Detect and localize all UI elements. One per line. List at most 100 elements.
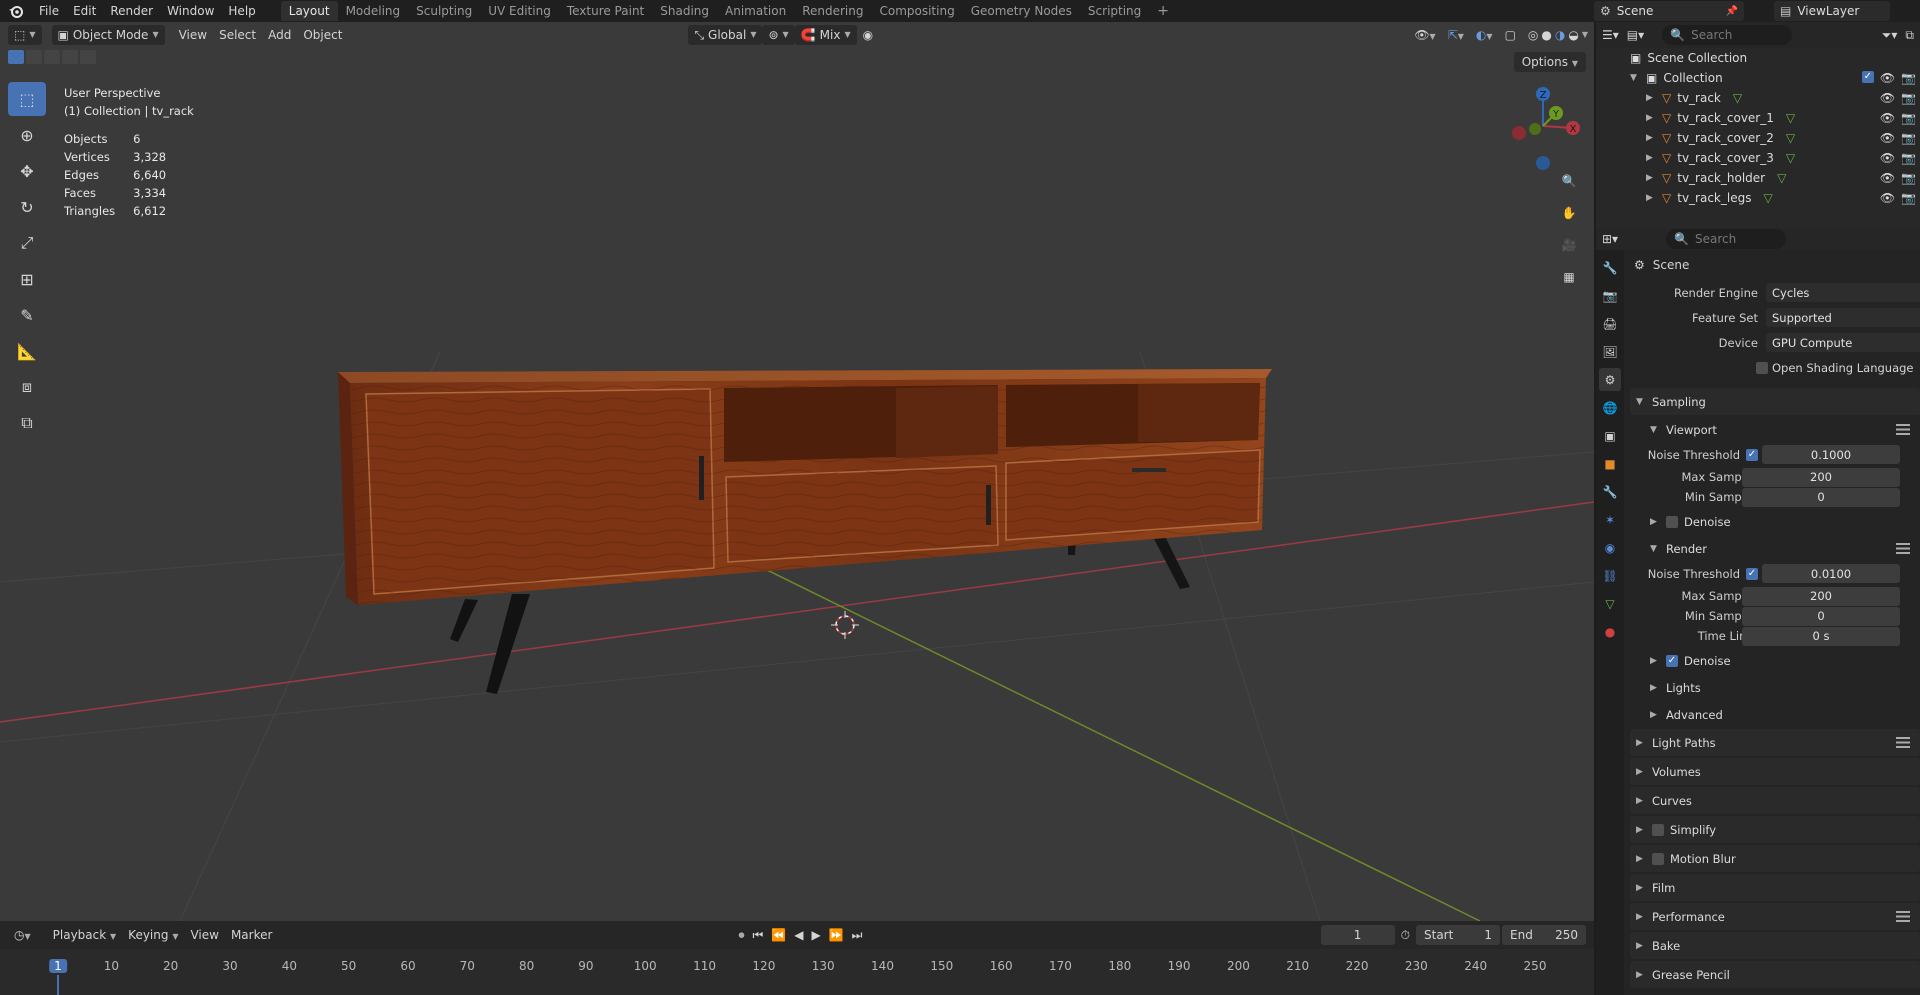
- transform-tool[interactable]: ⊞: [8, 262, 46, 296]
- noise-threshold-field[interactable]: 0.1000: [1762, 445, 1900, 464]
- chevron-right-icon[interactable]: ▶: [1646, 93, 1656, 103]
- chevron-right-icon[interactable]: ▶: [1646, 173, 1656, 183]
- next-keyframe-icon[interactable]: ⏩: [829, 928, 844, 942]
- render-denoise-header[interactable]: ▶ Denoise: [1630, 648, 1920, 673]
- eye-icon[interactable]: 👁: [1880, 131, 1895, 145]
- add-cube-alt-tool[interactable]: ⧉: [8, 406, 46, 440]
- current-frame-field[interactable]: 1: [1320, 925, 1395, 945]
- editor-type-dropdown[interactable]: ◷▼: [8, 925, 37, 945]
- eye-icon[interactable]: 👁: [1880, 91, 1895, 105]
- feature-set-dropdown[interactable]: Supported: [1766, 308, 1920, 327]
- tab-world[interactable]: 🌐: [1599, 396, 1621, 419]
- panel-motion-blur-header[interactable]: ▶ Motion Blur: [1630, 845, 1920, 872]
- select-new-icon[interactable]: [8, 50, 24, 64]
- camera-icon[interactable]: 📷: [1901, 71, 1916, 85]
- select-extend-icon[interactable]: [26, 50, 42, 64]
- add-workspace-button[interactable]: +: [1149, 1, 1177, 21]
- tab-object[interactable]: ■: [1599, 452, 1621, 475]
- outliner-object-row[interactable]: ▶ ▽ tv_rack_cover_3 ▽ 👁 📷: [1596, 148, 1920, 168]
- outliner-object-row[interactable]: ▶ ▽ tv_rack_cover_2 ▽ 👁 📷: [1596, 128, 1920, 148]
- include-checkbox[interactable]: [1861, 71, 1874, 83]
- material-shading-icon[interactable]: ◑: [1555, 25, 1565, 45]
- tab-modifiers[interactable]: 🔧: [1599, 480, 1621, 503]
- tab-physics[interactable]: ◉: [1599, 536, 1621, 559]
- list-icon[interactable]: [1896, 424, 1910, 435]
- panel-simplify-header[interactable]: ▶ Simplify: [1630, 816, 1920, 843]
- tab-material[interactable]: ●: [1599, 620, 1621, 643]
- collection-row[interactable]: ▼ ▣ Collection 👁📷: [1596, 68, 1920, 88]
- outliner-object-row[interactable]: ▶ ▽ tv_rack_cover_1 ▽ 👁 📷: [1596, 108, 1920, 128]
- cursor-tool[interactable]: ⊕: [8, 118, 46, 152]
- menu-file[interactable]: File: [32, 0, 66, 22]
- new-collection-icon[interactable]: ⧉: [1905, 28, 1914, 43]
- panel-enable-checkbox[interactable]: [1652, 823, 1664, 836]
- noise-threshold-checkbox[interactable]: [1746, 448, 1758, 461]
- wireframe-shading-icon[interactable]: ◎: [1528, 25, 1538, 45]
- menu-edit[interactable]: Edit: [66, 0, 103, 22]
- shading-mode-buttons[interactable]: ◎ ● ◑ ◒ ▼: [1522, 25, 1594, 45]
- outliner-object-row[interactable]: ▶ ▽ tv_rack ▽ 👁 📷: [1596, 88, 1920, 108]
- properties-search-input[interactable]: 🔍 Search: [1666, 229, 1787, 249]
- display-mode-icon[interactable]: ▤▾: [1627, 28, 1644, 42]
- tab-data[interactable]: ▽: [1599, 592, 1621, 615]
- camera-view-toggle[interactable]: 🎥: [1556, 232, 1582, 258]
- transform-orientation-dropdown[interactable]: ⤡ Global ▼: [688, 25, 763, 45]
- options-dropdown[interactable]: Options ▼: [1513, 52, 1586, 72]
- chevron-right-icon[interactable]: ▶: [1646, 113, 1656, 123]
- gizmo-toggle[interactable]: ⇱▼: [1442, 25, 1470, 45]
- visibility-dropdown[interactable]: 👁▼: [1408, 25, 1441, 45]
- menu-object[interactable]: Object: [297, 25, 348, 45]
- panel-enable-checkbox[interactable]: [1652, 852, 1664, 865]
- menu-add[interactable]: Add: [262, 25, 297, 45]
- min-samples-field[interactable]: 0: [1742, 487, 1900, 507]
- jump-end-icon[interactable]: ⏭: [852, 928, 863, 943]
- view-layer-selector[interactable]: ▤ ViewLayer: [1774, 1, 1890, 21]
- scene-selector[interactable]: ⚙ Scene 📌: [1594, 1, 1744, 21]
- camera-icon[interactable]: 📷: [1901, 131, 1916, 145]
- min-samples-field[interactable]: 0: [1742, 606, 1900, 626]
- scale-tool[interactable]: ⤢: [8, 226, 46, 260]
- max-samples-field[interactable]: 200: [1742, 467, 1900, 487]
- add-cube-tool[interactable]: ⧈: [8, 370, 46, 404]
- tab-view-layer[interactable]: 🖼: [1599, 340, 1621, 363]
- pivot-dropdown[interactable]: ⊚ ▼: [762, 25, 795, 45]
- device-dropdown[interactable]: GPU Compute: [1766, 333, 1920, 352]
- denoise-checkbox[interactable]: [1666, 654, 1678, 667]
- tab-uv-editing[interactable]: UV Editing: [480, 1, 559, 21]
- select-subtract-icon[interactable]: [44, 50, 60, 64]
- snap-toggle[interactable]: 🧲 Mix ▼: [794, 25, 857, 45]
- rotate-tool[interactable]: ↻: [8, 190, 46, 224]
- annotate-tool[interactable]: ✎: [8, 298, 46, 332]
- rendered-shading-icon[interactable]: ◒: [1568, 25, 1578, 45]
- measure-tool[interactable]: 📐: [8, 334, 46, 368]
- tab-output[interactable]: 🖨: [1599, 312, 1621, 335]
- osl-checkbox[interactable]: [1756, 361, 1768, 374]
- mode-dropdown[interactable]: ▣ Object Mode ▼: [51, 25, 165, 45]
- timeline-ruler[interactable]: 1 10 20 30 40 50 60 70 80 90 100 110 120 130 140 150 160…: [0, 949, 1594, 995]
- noise-threshold-checkbox[interactable]: [1746, 567, 1758, 580]
- outliner-object-row[interactable]: ▶ ▽ tv_rack_holder ▽ 👁 📷: [1596, 168, 1920, 188]
- select-intersect-icon[interactable]: [80, 50, 96, 64]
- outliner-editor-icon[interactable]: ☰▾: [1602, 28, 1619, 42]
- menu-view[interactable]: View: [184, 925, 224, 945]
- tab-texture-paint[interactable]: Texture Paint: [559, 1, 652, 21]
- tab-sculpting[interactable]: Sculpting: [408, 1, 480, 21]
- time-limit-field[interactable]: 0 s: [1742, 626, 1900, 646]
- record-icon[interactable]: ⏺: [738, 928, 744, 943]
- eye-icon[interactable]: 👁: [1880, 171, 1895, 185]
- panel-light-paths-header[interactable]: ▶ Light Paths: [1630, 729, 1920, 756]
- eye-icon[interactable]: 👁: [1880, 191, 1895, 205]
- panel-film-header[interactable]: ▶ Film: [1630, 874, 1920, 901]
- chevron-down-icon[interactable]: ▼: [1630, 73, 1640, 83]
- render-engine-dropdown[interactable]: Cycles: [1766, 283, 1920, 302]
- editor-type-dropdown[interactable]: ⬚ ▼: [8, 25, 42, 45]
- chevron-right-icon[interactable]: ▶: [1646, 153, 1656, 163]
- chevron-right-icon[interactable]: ▶: [1646, 133, 1656, 143]
- proportional-edit-toggle[interactable]: ◉: [857, 25, 879, 45]
- perspective-toggle[interactable]: ▦: [1556, 264, 1582, 290]
- outliner-search-input[interactable]: 🔍 Search: [1662, 25, 1793, 45]
- tab-layout[interactable]: Layout: [280, 1, 338, 21]
- noise-threshold-field[interactable]: 0.0100: [1762, 564, 1900, 583]
- play-reverse-icon[interactable]: ◀: [794, 928, 803, 942]
- panel-performance-header[interactable]: ▶ Performance: [1630, 903, 1920, 930]
